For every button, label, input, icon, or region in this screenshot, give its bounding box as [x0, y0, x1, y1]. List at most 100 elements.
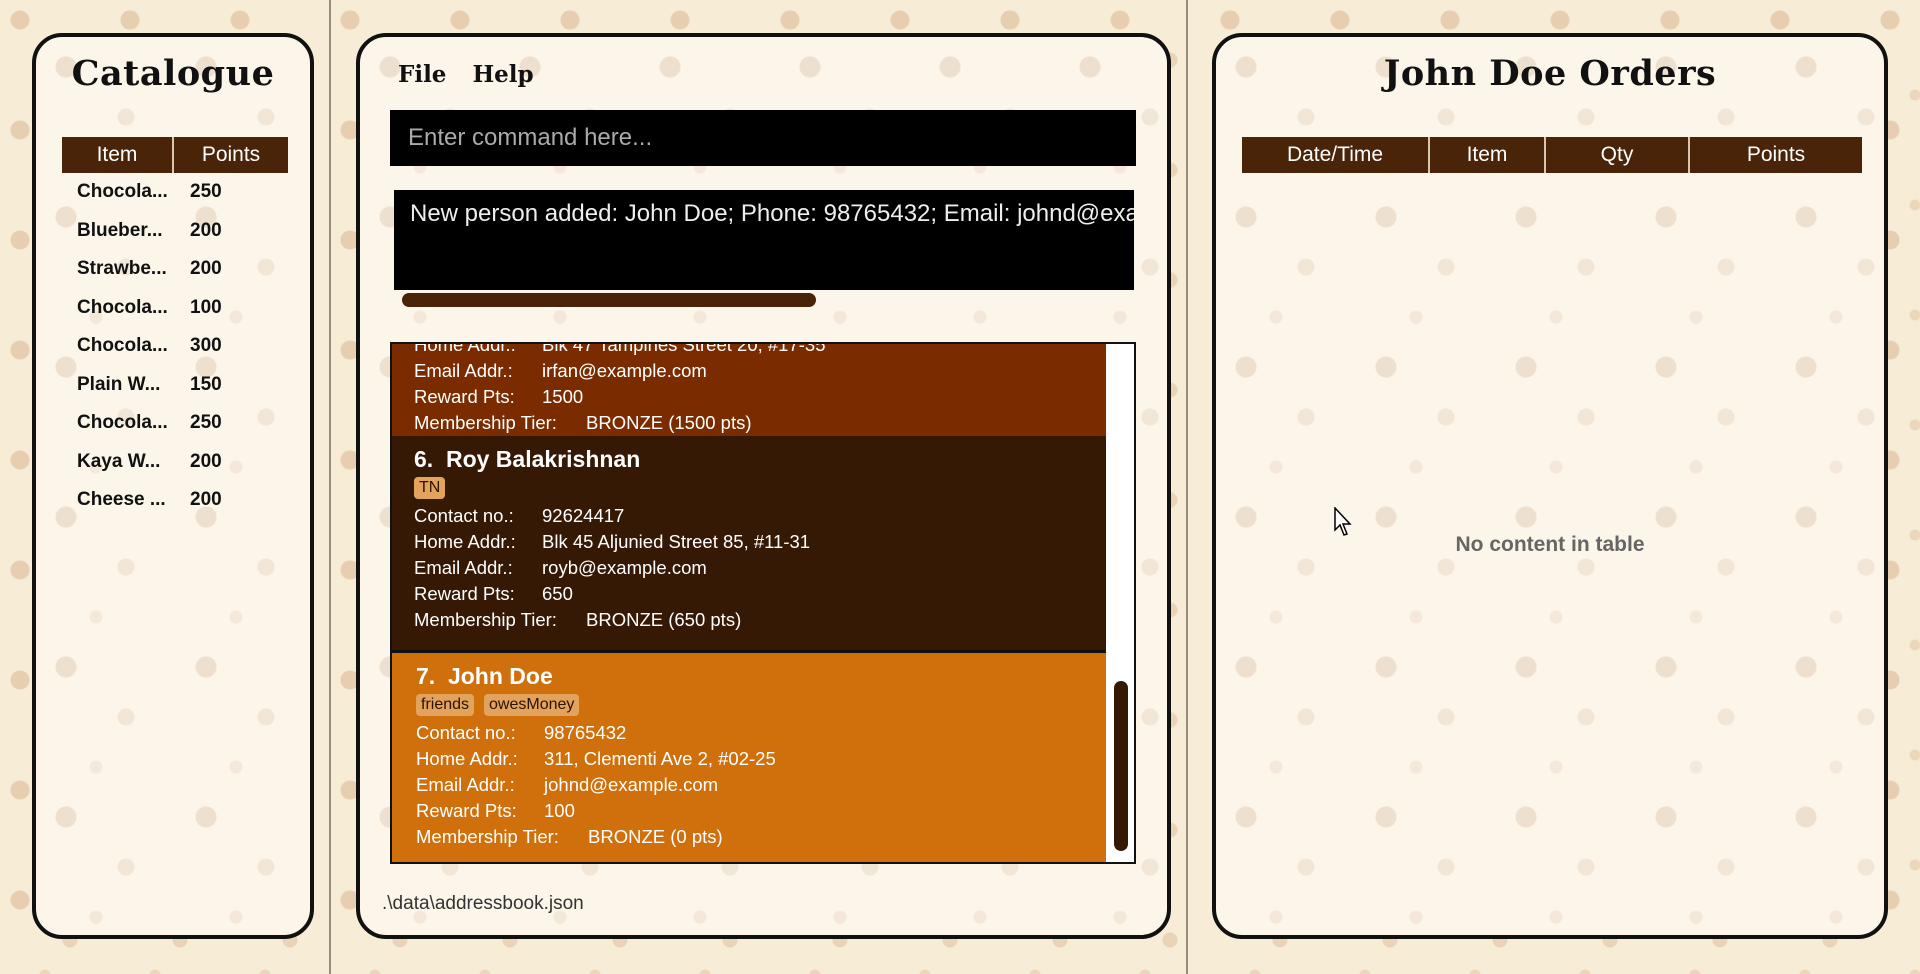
person-index: 7. — [416, 663, 436, 689]
tag-list: friends owesMoney — [416, 694, 1106, 716]
tag: friends — [416, 694, 475, 716]
column-header-qty[interactable]: Qty — [1546, 137, 1690, 173]
tier-label: Membership Tier: — [414, 412, 557, 433]
table-row[interactable]: Kaya W... 200 — [62, 443, 288, 482]
phone-value: 98765432 — [544, 722, 627, 743]
tag-list: TN — [414, 477, 1106, 499]
table-row[interactable]: Strawbe... 200 — [62, 250, 288, 289]
email-label: Email Addr.: — [416, 774, 515, 795]
points-label: Reward Pts: — [416, 800, 517, 821]
menu-file[interactable]: File — [398, 61, 446, 88]
email-label: Email Addr.: — [414, 360, 513, 381]
person-name-text: John Doe — [447, 663, 553, 689]
person-name: 7. John Doe — [416, 663, 1106, 690]
phone-label: Contact no.: — [416, 722, 516, 743]
item-points: 250 — [190, 412, 222, 434]
tag: owesMoney — [484, 694, 580, 716]
item-name: Strawbe... — [77, 258, 167, 280]
person-card[interactable]: 6. Roy Balakrishnan TN Contact no.: 92624… — [392, 436, 1106, 650]
item-points: 200 — [190, 450, 222, 472]
item-points: 150 — [190, 373, 222, 395]
points-value: 650 — [542, 583, 573, 604]
points-line: Reward Pts: 1500 — [414, 384, 1106, 410]
item-name: Chocola... — [77, 296, 168, 318]
table-row[interactable]: Chocola... 250 — [62, 404, 288, 443]
email-label: Email Addr.: — [414, 557, 513, 578]
email-value: royb@example.com — [542, 557, 707, 578]
item-points: 300 — [190, 335, 222, 357]
address-value: 311, Clementi Ave 2, #02-25 — [544, 748, 776, 769]
left-divider — [329, 0, 331, 974]
orders-panel: John Doe Orders Date/Time Item Qty Point… — [1212, 33, 1888, 939]
phone-label: Contact no.: — [414, 505, 514, 526]
result-scrollbar[interactable] — [402, 293, 816, 307]
points-label: Reward Pts: — [414, 583, 515, 604]
table-row[interactable]: Blueber... 200 — [62, 212, 288, 251]
person-index: 6. — [414, 446, 434, 472]
item-name: Blueber... — [77, 219, 163, 241]
scrollbar-thumb[interactable] — [1114, 681, 1128, 851]
item-name: Chocola... — [77, 335, 168, 357]
column-header-points[interactable]: Points — [1690, 137, 1862, 173]
item-name: Plain W... — [77, 373, 161, 395]
catalogue-table[interactable]: Item Points Chocola... 250 Blueber... 200 … — [62, 137, 288, 520]
phone-value: 92624417 — [542, 505, 625, 526]
right-divider — [1186, 0, 1188, 974]
person-card-selected[interactable]: 7. John Doe friends owesMoney Contact no… — [392, 650, 1106, 862]
main-panel: File Help New person added: John Doe; Ph… — [356, 33, 1171, 939]
address-line: Home Addr.: Blk 47 Tampines Street 20, #1… — [414, 342, 1106, 358]
phone-line: Contact no.: 98765432 — [416, 720, 1106, 746]
result-display[interactable]: New person added: John Doe; Phone: 98765… — [394, 190, 1134, 290]
person-name-text: Roy Balakrishnan — [445, 446, 641, 472]
menu-bar: File Help — [398, 61, 534, 88]
address-value: Blk 47 Tampines Street 20, #17-35 — [542, 342, 826, 355]
table-row[interactable]: Cheese ... 200 — [62, 481, 288, 520]
item-points: 200 — [190, 489, 222, 511]
tier-line: Membership Tier: BRONZE (650 pts) — [414, 607, 1106, 633]
table-row[interactable]: Chocola... 250 — [62, 173, 288, 212]
tier-value: BRONZE (650 pts) — [586, 609, 742, 630]
address-value: Blk 45 Aljunied Street 85, #11-31 — [542, 531, 811, 552]
menu-help[interactable]: Help — [472, 61, 533, 88]
table-row[interactable]: Chocola... 300 — [62, 327, 288, 366]
person-name: 6. Roy Balakrishnan — [414, 446, 1106, 473]
tier-label: Membership Tier: — [416, 826, 559, 847]
tag: TN — [414, 477, 446, 499]
table-row[interactable]: Plain W... 150 — [62, 366, 288, 405]
phone-line: Contact no.: 92624417 — [414, 503, 1106, 529]
item-points: 250 — [190, 181, 222, 203]
email-line: Email Addr.: irfan@example.com — [414, 358, 1106, 384]
address-label: Home Addr.: — [414, 531, 516, 552]
item-name: Kaya W... — [77, 450, 161, 472]
column-header-points[interactable]: Points — [174, 137, 288, 173]
item-name: Chocola... — [77, 181, 168, 203]
orders-table-header: Date/Time Item Qty Points — [1242, 137, 1862, 173]
command-input[interactable] — [390, 110, 1136, 166]
address-line: Home Addr.: Blk 45 Aljunied Street 85, #1… — [414, 529, 1106, 555]
points-label: Reward Pts: — [414, 386, 515, 407]
item-name: Chocola... — [77, 412, 168, 434]
table-row[interactable]: Chocola... 100 — [62, 289, 288, 328]
orders-title: John Doe Orders — [1383, 53, 1717, 94]
item-points: 200 — [190, 219, 222, 241]
mouse-cursor-icon — [1334, 507, 1352, 536]
email-value: johnd@example.com — [544, 774, 719, 795]
status-bar-path: .\data\addressbook.json — [382, 893, 584, 914]
person-list[interactable]: Home Addr.: Blk 47 Tampines Street 20, #1… — [390, 342, 1136, 864]
points-value: 1500 — [542, 386, 584, 407]
catalogue-title: Catalogue — [71, 53, 275, 94]
column-header-item[interactable]: Item — [1430, 137, 1546, 173]
tier-label: Membership Tier: — [414, 609, 557, 630]
tier-line: Membership Tier: BRONZE (0 pts) — [416, 824, 1106, 850]
email-line: Email Addr.: johnd@example.com — [416, 772, 1106, 798]
item-name: Cheese ... — [77, 489, 166, 511]
person-card[interactable]: Home Addr.: Blk 47 Tampines Street 20, #1… — [392, 342, 1106, 436]
catalogue-panel: Catalogue Item Points Chocola... 250 Blue… — [32, 33, 314, 939]
points-value: 100 — [544, 800, 575, 821]
email-value: irfan@example.com — [542, 360, 707, 381]
column-header-item[interactable]: Item — [62, 137, 174, 173]
address-label: Home Addr.: — [416, 748, 518, 769]
tier-value: BRONZE (0 pts) — [588, 826, 723, 847]
address-label: Home Addr.: — [414, 342, 516, 355]
column-header-datetime[interactable]: Date/Time — [1242, 137, 1430, 173]
